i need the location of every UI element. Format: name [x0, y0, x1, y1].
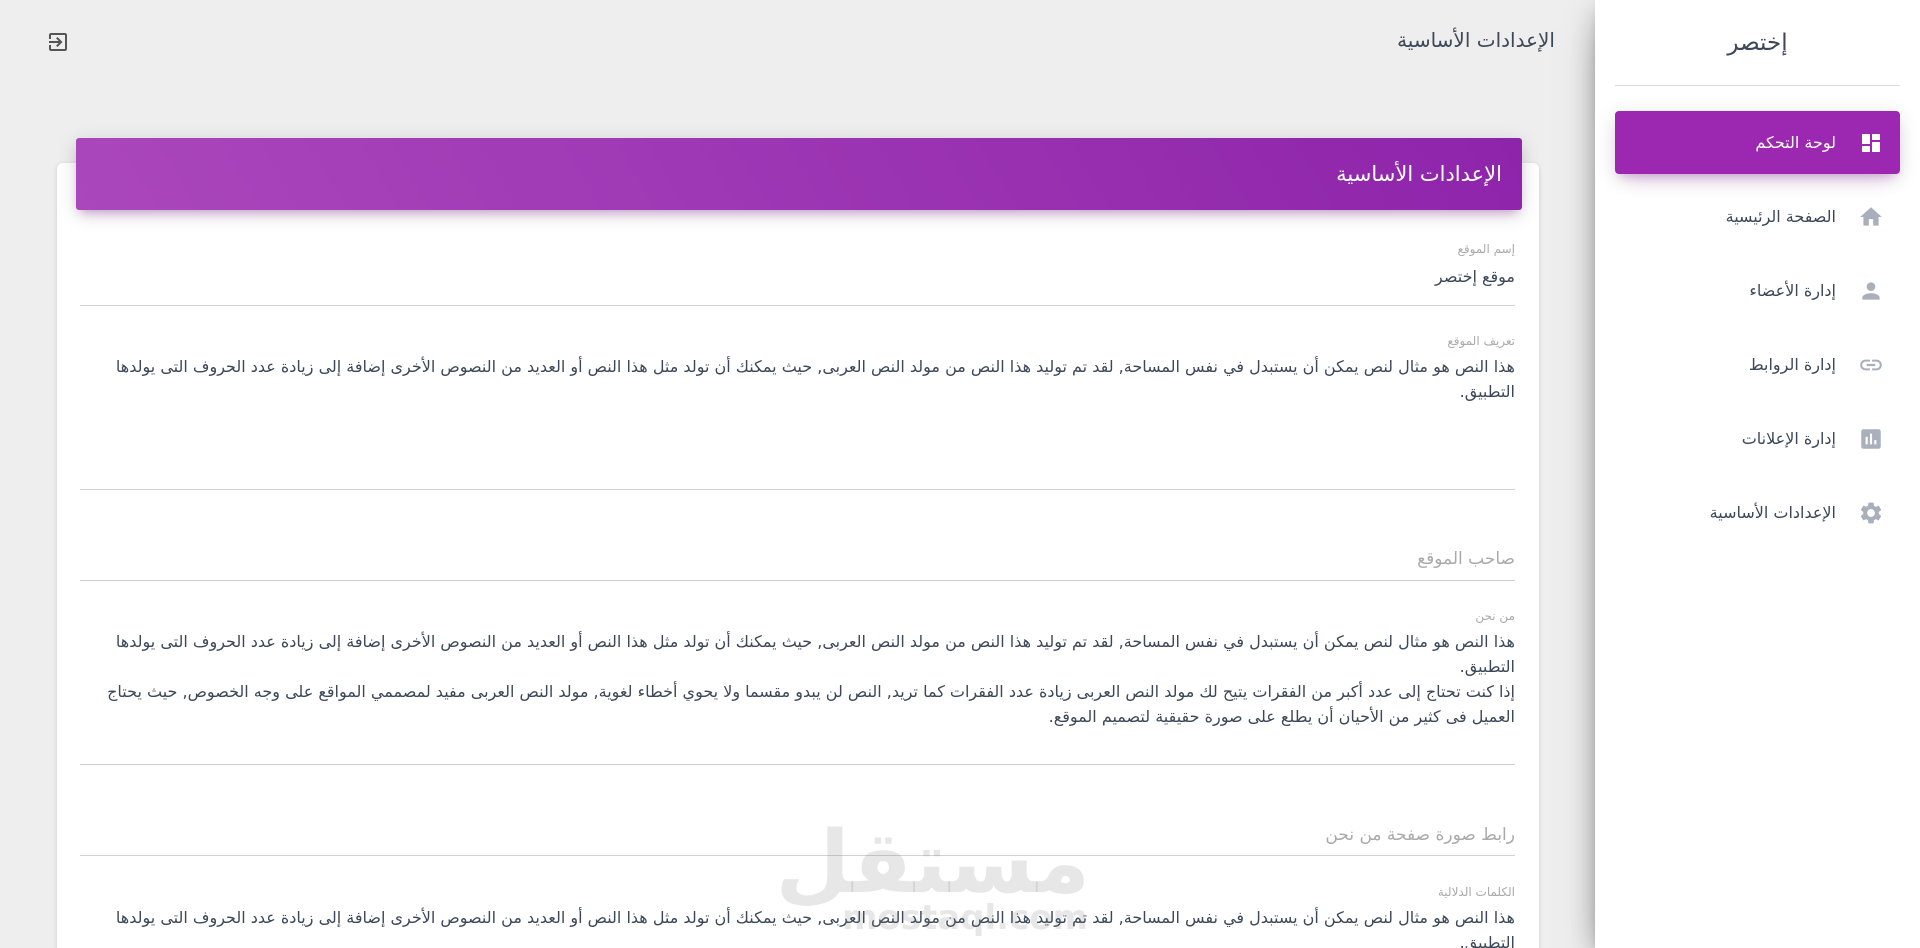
sidebar-item-home[interactable]: الصفحة الرئيسية: [1615, 185, 1900, 248]
dashboard-icon: [1856, 128, 1886, 158]
sidebar-nav: لوحة التحكم الصفحة الرئيسية إدارة الأعضا…: [1595, 86, 1920, 544]
sidebar-item-label: إدارة الأعضاء: [1749, 281, 1836, 300]
about-us-textarea[interactable]: هذا النص هو مثال لنص يمكن أن يستبدل في ن…: [80, 629, 1515, 729]
page-title: الإعدادات الأساسية: [1397, 28, 1555, 52]
watermark: مستقل mostaql.com: [775, 813, 1090, 938]
site-owner-input[interactable]: صاحب الموقع: [80, 549, 1515, 569]
site-description-label: تعريف الموقع: [1447, 334, 1515, 348]
bar-chart-icon: [1856, 424, 1886, 454]
brand-logo[interactable]: إختصر: [1615, 0, 1900, 86]
sidebar-item-settings[interactable]: الإعدادات الأساسية: [1615, 481, 1900, 544]
sidebar-item-ads[interactable]: إدارة الإعلانات: [1615, 407, 1900, 470]
sidebar-item-label: الإعدادات الأساسية: [1709, 503, 1836, 522]
card-title: الإعدادات الأساسية: [1336, 162, 1502, 186]
link-icon: [1856, 350, 1886, 380]
app-page: إختصر لوحة التحكم الصفحة الرئيسية إدارة …: [0, 0, 1920, 948]
site-owner-field[interactable]: صاحب الموقع: [80, 549, 1515, 581]
sidebar-item-label: الصفحة الرئيسية: [1725, 207, 1836, 226]
card-header: الإعدادات الأساسية: [76, 138, 1522, 210]
site-name-input[interactable]: موقع إختصر: [80, 264, 1515, 289]
watermark-arabic: مستقل: [775, 813, 1090, 913]
gear-icon: [1856, 498, 1886, 528]
sidebar-item-members[interactable]: إدارة الأعضاء: [1615, 259, 1900, 322]
sidebar-item-dashboard[interactable]: لوحة التحكم: [1615, 111, 1900, 174]
brand-name: إختصر: [1727, 29, 1788, 56]
site-description-field[interactable]: تعريف الموقع هذا النص هو مثال لنص يمكن أ…: [80, 334, 1515, 490]
sidebar-item-links[interactable]: إدارة الروابط: [1615, 333, 1900, 396]
about-us-field[interactable]: من نحن هذا النص هو مثال لنص يمكن أن يستب…: [80, 609, 1515, 765]
logout-icon[interactable]: [46, 30, 70, 54]
sidebar: إختصر لوحة التحكم الصفحة الرئيسية إدارة …: [1595, 0, 1920, 948]
sidebar-item-label: إدارة الروابط: [1748, 355, 1836, 374]
sidebar-item-label: إدارة الإعلانات: [1741, 429, 1836, 448]
home-icon: [1856, 202, 1886, 232]
about-us-label: من نحن: [1475, 609, 1515, 623]
person-icon: [1856, 276, 1886, 306]
site-name-field[interactable]: إسم الموقع موقع إختصر: [80, 242, 1515, 306]
site-description-textarea[interactable]: هذا النص هو مثال لنص يمكن أن يستبدل في ن…: [80, 354, 1515, 404]
site-name-label: إسم الموقع: [1457, 242, 1515, 256]
watermark-latin: mostaql.com: [841, 898, 1089, 938]
sidebar-item-label: لوحة التحكم: [1755, 133, 1836, 152]
